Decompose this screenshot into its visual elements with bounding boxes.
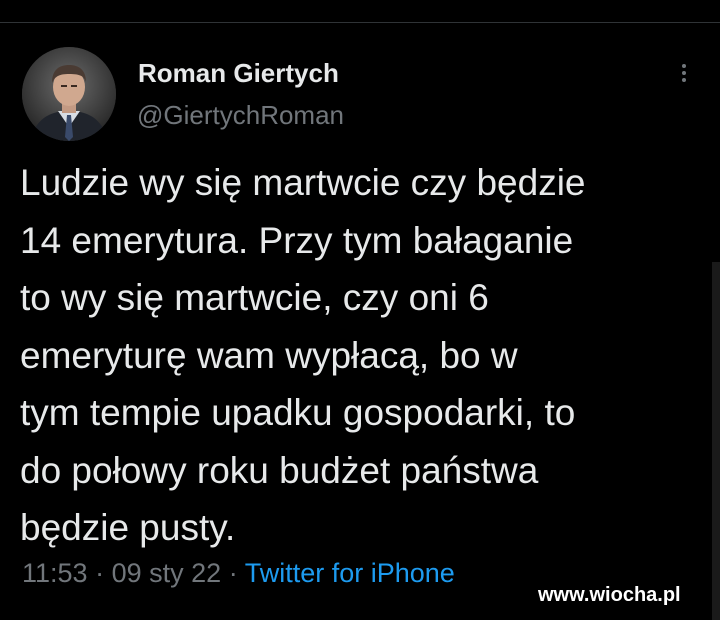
avatar[interactable] xyxy=(22,47,116,141)
top-divider xyxy=(0,22,720,23)
meta-separator: · xyxy=(228,558,238,588)
tweet-source-link[interactable]: Twitter for iPhone xyxy=(245,558,455,588)
avatar-photo xyxy=(22,47,116,141)
scrollbar[interactable] xyxy=(712,262,720,620)
watermark: www.wiocha.pl xyxy=(538,584,681,606)
display-name[interactable]: Roman Giertych xyxy=(138,58,339,89)
tweet-date[interactable]: 09 sty 22 xyxy=(112,558,222,588)
tweet-text: Ludzie wy się martwcie czy będzie 14 eme… xyxy=(20,162,586,548)
tweet-meta: 11:53 · 09 sty 22 · Twitter for iPhone xyxy=(22,558,455,589)
user-handle[interactable]: @GiertychRoman xyxy=(137,100,344,131)
tweet-time[interactable]: 11:53 xyxy=(22,558,88,588)
more-vertical-icon[interactable] xyxy=(676,62,692,88)
meta-separator: · xyxy=(95,558,105,588)
